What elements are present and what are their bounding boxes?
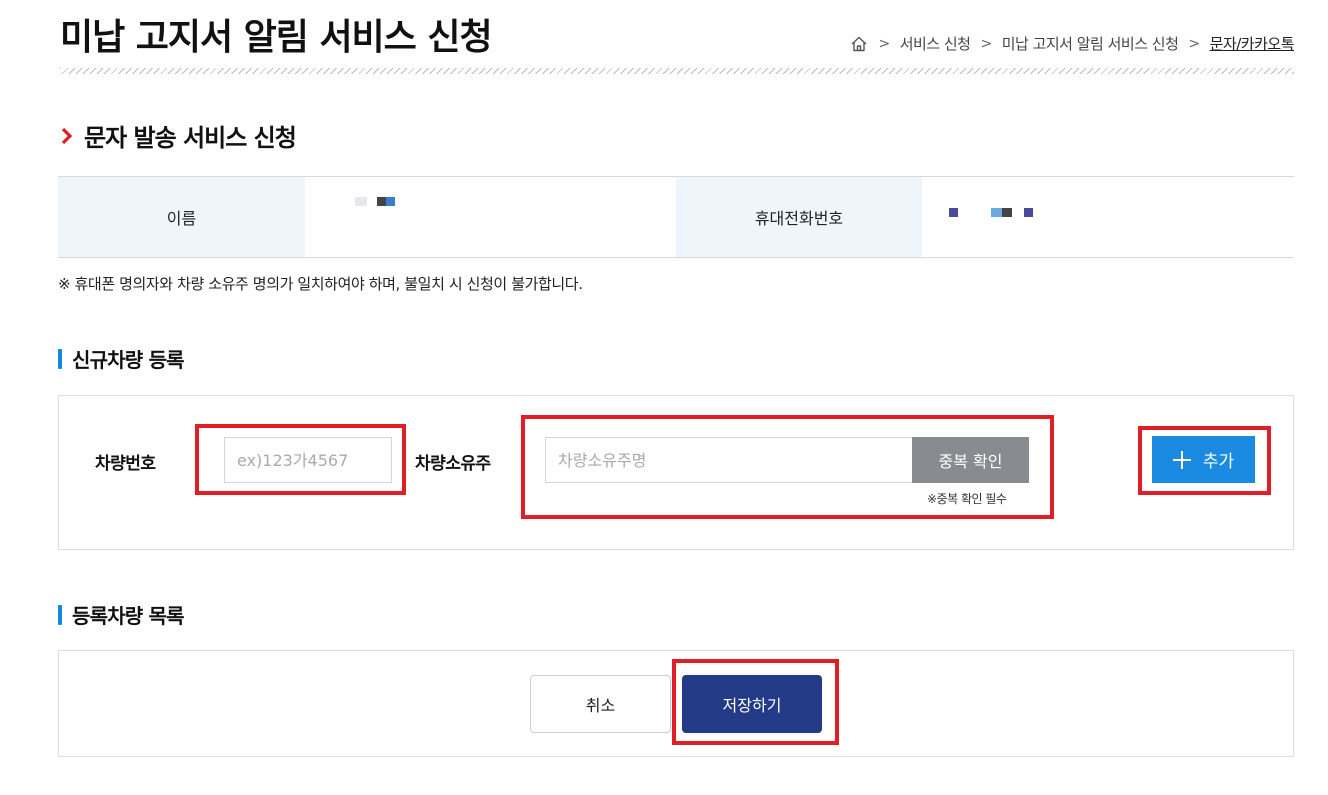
phone-label: 휴대전화번호 bbox=[676, 177, 922, 257]
masked-phone-block bbox=[949, 208, 958, 217]
highlight-save bbox=[672, 659, 839, 745]
highlight-car-number bbox=[195, 424, 406, 495]
car-number-label: 차량번호 bbox=[95, 454, 156, 474]
breadcrumb-item-service[interactable]: 서비스 신청 bbox=[900, 33, 971, 54]
breadcrumb: > 서비스 신청 > 미납 고지서 알림 서비스 신청 > 문자/카카오톡 bbox=[850, 33, 1295, 54]
section-title: 문자 발송 서비스 신청 bbox=[60, 118, 297, 153]
page-title: 미납 고지서 알림 서비스 신청 bbox=[60, 17, 493, 58]
phone-value bbox=[922, 177, 1293, 257]
title-divider bbox=[60, 68, 1294, 74]
highlight-owner bbox=[521, 415, 1054, 519]
section-title-text: 문자 발송 서비스 신청 bbox=[84, 124, 297, 152]
name-value bbox=[305, 177, 676, 257]
home-icon[interactable] bbox=[850, 35, 868, 53]
title-bar bbox=[58, 604, 62, 625]
list-title-text: 등록차량 목록 bbox=[72, 604, 185, 628]
masked-name-block bbox=[377, 197, 386, 206]
register-title-text: 신규차량 등록 bbox=[72, 348, 185, 372]
owner-label: 차량소유주 bbox=[415, 454, 491, 474]
breadcrumb-separator: > bbox=[980, 35, 992, 52]
highlight-add bbox=[1138, 426, 1271, 495]
masked-phone-block bbox=[991, 208, 1002, 217]
title-bar bbox=[58, 348, 62, 369]
masked-phone-block bbox=[1024, 208, 1033, 217]
cancel-button[interactable]: 취소 bbox=[530, 675, 671, 733]
chevron-right-icon bbox=[61, 127, 73, 144]
breadcrumb-separator: > bbox=[878, 35, 890, 52]
list-title: 등록차량 목록 bbox=[58, 600, 185, 629]
breadcrumb-item-notice-service[interactable]: 미납 고지서 알림 서비스 신청 bbox=[1002, 33, 1179, 54]
masked-name-block bbox=[355, 197, 367, 206]
masked-phone-block bbox=[1002, 208, 1012, 217]
breadcrumb-current[interactable]: 문자/카카오톡 bbox=[1210, 33, 1295, 54]
name-label: 이름 bbox=[58, 177, 305, 257]
register-title: 신규차량 등록 bbox=[58, 344, 185, 373]
masked-name-block bbox=[386, 197, 395, 206]
ownership-notice: ※ 휴대폰 명의자와 차량 소유주 명의가 일치하여야 하며, 불일치 시 신청… bbox=[58, 275, 583, 293]
applicant-info-table: 이름 휴대전화번호 bbox=[58, 176, 1294, 258]
breadcrumb-separator: > bbox=[1188, 35, 1200, 52]
